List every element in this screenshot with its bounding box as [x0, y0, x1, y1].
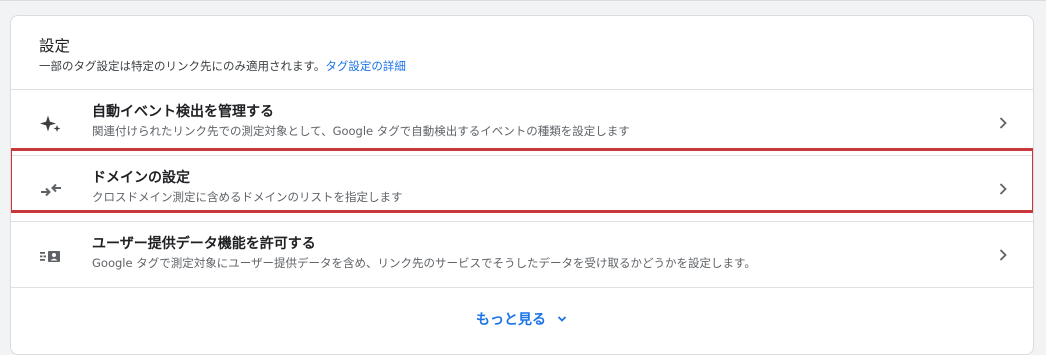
settings-item-domain-settings[interactable]: ドメインの設定 クロスドメイン測定に含めるドメインのリストを指定します	[11, 156, 1033, 222]
settings-item-title: ユーザー提供データ機能を許可する	[92, 236, 316, 252]
settings-header: 設定 一部のタグ設定は特定のリンク先にのみ適用されます。タグ設定の詳細	[11, 16, 1033, 90]
settings-item-auto-event-detection[interactable]: 自動イベント検出を管理する 関連付けられたリンク先での測定対象として、Googl…	[11, 90, 1033, 156]
settings-description-line: 一部のタグ設定は特定のリンク先にのみ適用されます。タグ設定の詳細	[39, 58, 1033, 74]
settings-item-title: 自動イベント検出を管理する	[92, 104, 274, 120]
show-more-button[interactable]: もっと見る	[11, 288, 1033, 350]
settings-item-description: クロスドメイン測定に含めるドメインのリストを指定します	[92, 190, 403, 204]
settings-item-description: 関連付けられたリンク先での測定対象として、Google タグで自動検出するイベン…	[92, 124, 630, 138]
chevron-down-icon	[556, 313, 568, 325]
settings-item-text: 自動イベント検出を管理する 関連付けられたリンク先での測定対象として、Googl…	[92, 103, 973, 139]
show-more-label: もっと見る	[476, 312, 546, 328]
chevron-right-icon	[996, 116, 1010, 130]
arrows-merge-icon	[39, 178, 63, 202]
settings-item-title: ドメインの設定	[92, 170, 190, 186]
user-data-icon	[39, 244, 63, 268]
chevron-right-icon	[996, 182, 1010, 196]
settings-card: 設定 一部のタグ設定は特定のリンク先にのみ適用されます。タグ設定の詳細 自動イベ…	[10, 15, 1034, 355]
chevron-right-icon	[996, 248, 1010, 262]
settings-item-description: Google タグで測定対象にユーザー提供データを含め、リンク先のサービスでそう…	[92, 256, 756, 270]
settings-item-text: ユーザー提供データ機能を許可する Google タグで測定対象にユーザー提供デー…	[92, 235, 973, 271]
sparkle-icon	[39, 112, 63, 136]
top-divider	[0, 0, 1046, 1]
settings-description: 一部のタグ設定は特定のリンク先にのみ適用されます。	[39, 59, 326, 73]
settings-title: 設定	[39, 37, 71, 55]
settings-item-user-provided-data[interactable]: ユーザー提供データ機能を許可する Google タグで測定対象にユーザー提供デー…	[11, 222, 1033, 288]
tag-settings-details-link[interactable]: タグ設定の詳細	[325, 59, 406, 73]
settings-item-text: ドメインの設定 クロスドメイン測定に含めるドメインのリストを指定します	[92, 169, 973, 205]
